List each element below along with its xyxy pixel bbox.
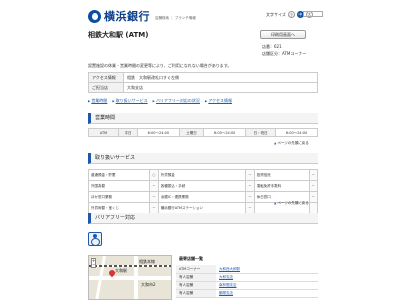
service-mark: － xyxy=(245,202,255,214)
service-name: 各種振込・手続 xyxy=(157,180,247,192)
service-mark: ○ xyxy=(149,169,159,181)
railway-line xyxy=(89,265,171,267)
language-select[interactable] xyxy=(303,11,323,17)
services-table: 普通預金・貯蓄 ○ 外貨預金 － 投資信託 － 外国為替 － 各種振込・手続 －… xyxy=(87,169,318,214)
table-row: 有人店舗 大和支店 xyxy=(176,273,318,282)
service-mark: － xyxy=(308,191,318,203)
service-name: ほか窓口業務 xyxy=(87,191,151,203)
font-size-small-button[interactable]: 小 xyxy=(287,11,295,18)
hours-table: ATM 平日 6:00～24:00 土曜日 6:00～24:00 日・祝日 6:… xyxy=(88,128,318,137)
service-mark: － xyxy=(245,180,255,192)
hours-cell: ATM xyxy=(88,128,119,137)
service-name: 外貨両替・宝くじ xyxy=(87,202,151,214)
table-row: 普通預金・貯蓄 ○ 外貨預金 － 投資信託 － xyxy=(87,169,318,181)
store-link[interactable]: 南林間支店 xyxy=(216,281,318,290)
service-mark: － xyxy=(149,180,159,192)
map-label: 大和駅 xyxy=(115,268,127,273)
table-row: 有人店舗 鶴間支店 xyxy=(176,289,318,298)
store-type-cell: 有人店舗 xyxy=(176,289,216,298)
store-type: 店舗区分：ATMコーナー xyxy=(262,51,307,56)
hours-cell: 日・祝日 xyxy=(245,128,277,137)
page-top-link[interactable]: ページの先頭に戻る xyxy=(274,141,308,146)
table-row: 有人店舗 南林間支店 xyxy=(176,281,318,290)
nearby-stores-table: ATMコーナー 大和西大和駅 有人店舗 大和支店 有人店舗 南林間支店 有人店舗… xyxy=(176,265,318,298)
anchor-links: 営業時間 取り扱いサービス バリアフリー対応の状況 アクセス情報 xyxy=(88,98,232,104)
table-row: ご担当店 大和支店 xyxy=(88,82,318,93)
table-row: アクセス情報 相鉄 大和駅改札口すぐ左側 xyxy=(88,72,318,83)
map-zoom-control[interactable]: + − xyxy=(91,258,96,268)
access-map[interactable]: 相鉄本線 大和駅 大和市2 + − xyxy=(88,255,172,300)
section-heading-hours: 営業時間 xyxy=(88,113,318,124)
info-label: アクセス情報 xyxy=(88,72,124,83)
info-table: アクセス情報 相鉄 大和駅改札口すぐ左側 ご担当店 大和支店 xyxy=(88,72,318,93)
service-name: 外国為替 xyxy=(87,180,151,192)
service-name: 投資信託 xyxy=(253,169,310,181)
map-label: 相鉄本線 xyxy=(139,259,155,264)
hours-cell: 6:00～24:00 xyxy=(136,128,180,137)
page-title: 相鉄大和駅 (ATM) xyxy=(88,31,149,39)
map-label: 大和市2 xyxy=(141,282,156,287)
info-value: 大和支店 xyxy=(123,82,318,93)
service-name: 普通預金・貯蓄 xyxy=(87,169,151,181)
wheelchair-icon xyxy=(88,232,102,246)
language-dropdown[interactable] xyxy=(303,11,323,17)
table-row: 外国為替 － 各種振込・手続 － 運転免許手数料 － xyxy=(87,180,318,192)
bank-name: 横浜銀行 xyxy=(104,10,150,23)
hours-cell: 土曜日 xyxy=(178,128,205,137)
bank-logo[interactable]: 横浜銀行 店舗検索 ｜ ブランチ情報 xyxy=(88,8,196,24)
page-top-link[interactable]: ページの先頭に戻る xyxy=(274,201,308,206)
section-heading-services: 取り扱いサービス xyxy=(88,153,318,164)
hours-cell: 平日 xyxy=(118,128,138,137)
store-type-cell: 有人店舗 xyxy=(176,273,216,282)
link-barrier-free[interactable]: バリアフリー対応の状況 xyxy=(153,98,200,104)
service-mark: － xyxy=(308,169,318,181)
table-row: ATM 平日 6:00～24:00 土曜日 6:00～24:00 日・祝日 6:… xyxy=(88,128,318,137)
header-subtext: 店舗検索 ｜ ブランチ情報 xyxy=(155,15,196,20)
service-name: 浜銀IC・連携業務 xyxy=(157,191,247,203)
table-row: ATMコーナー 大和西大和駅 xyxy=(176,265,318,274)
nearby-stores-caption: 最寄店舗一覧 xyxy=(179,256,203,261)
font-size-label: 文字サイズ xyxy=(266,12,286,17)
store-link[interactable]: 大和西大和駅 xyxy=(216,265,318,274)
store-type-cell: ATMコーナー xyxy=(176,265,216,274)
service-mark: － xyxy=(245,191,255,203)
service-mark: － xyxy=(245,169,255,181)
section-heading-barrier-free: バリアフリー対応 xyxy=(88,213,318,224)
hours-cell: 6:00～24:00 xyxy=(275,128,318,137)
link-services[interactable]: 取り扱いサービス xyxy=(112,98,148,104)
store-link[interactable]: 鶴間支店 xyxy=(216,289,318,298)
store-link[interactable]: 大和支店 xyxy=(216,273,318,282)
service-name: 外貨預金 xyxy=(157,169,247,181)
link-access[interactable]: アクセス情報 xyxy=(205,98,232,104)
service-mark: － xyxy=(308,180,318,192)
service-name: 運転免許手数料 xyxy=(253,180,310,192)
service-mark xyxy=(308,202,318,214)
info-value: 相鉄 大和駅改札口すぐ左側 xyxy=(123,72,318,83)
print-view-button[interactable]: 印刷用画面へ xyxy=(260,30,306,39)
store-type-cell: 有人店舗 xyxy=(176,281,216,290)
service-name: 横浜銀行ATMステーション xyxy=(157,202,247,214)
notice-text: 設置施設の休業・営業時間の変更等により、ご利用になれない場合があります。 xyxy=(88,63,232,68)
service-mark: － xyxy=(149,202,159,214)
link-hours[interactable]: 営業時間 xyxy=(88,98,107,104)
bank-logo-icon xyxy=(88,9,101,23)
store-number: 店番：621 xyxy=(262,44,282,49)
hours-cell: 6:00～24:00 xyxy=(203,128,247,137)
nearby-stores: 最寄店舗一覧 ATMコーナー 大和西大和駅 有人店舗 大和支店 有人店舗 南林間… xyxy=(176,256,318,298)
info-label: ご担当店 xyxy=(88,82,124,93)
service-mark: － xyxy=(149,191,159,203)
